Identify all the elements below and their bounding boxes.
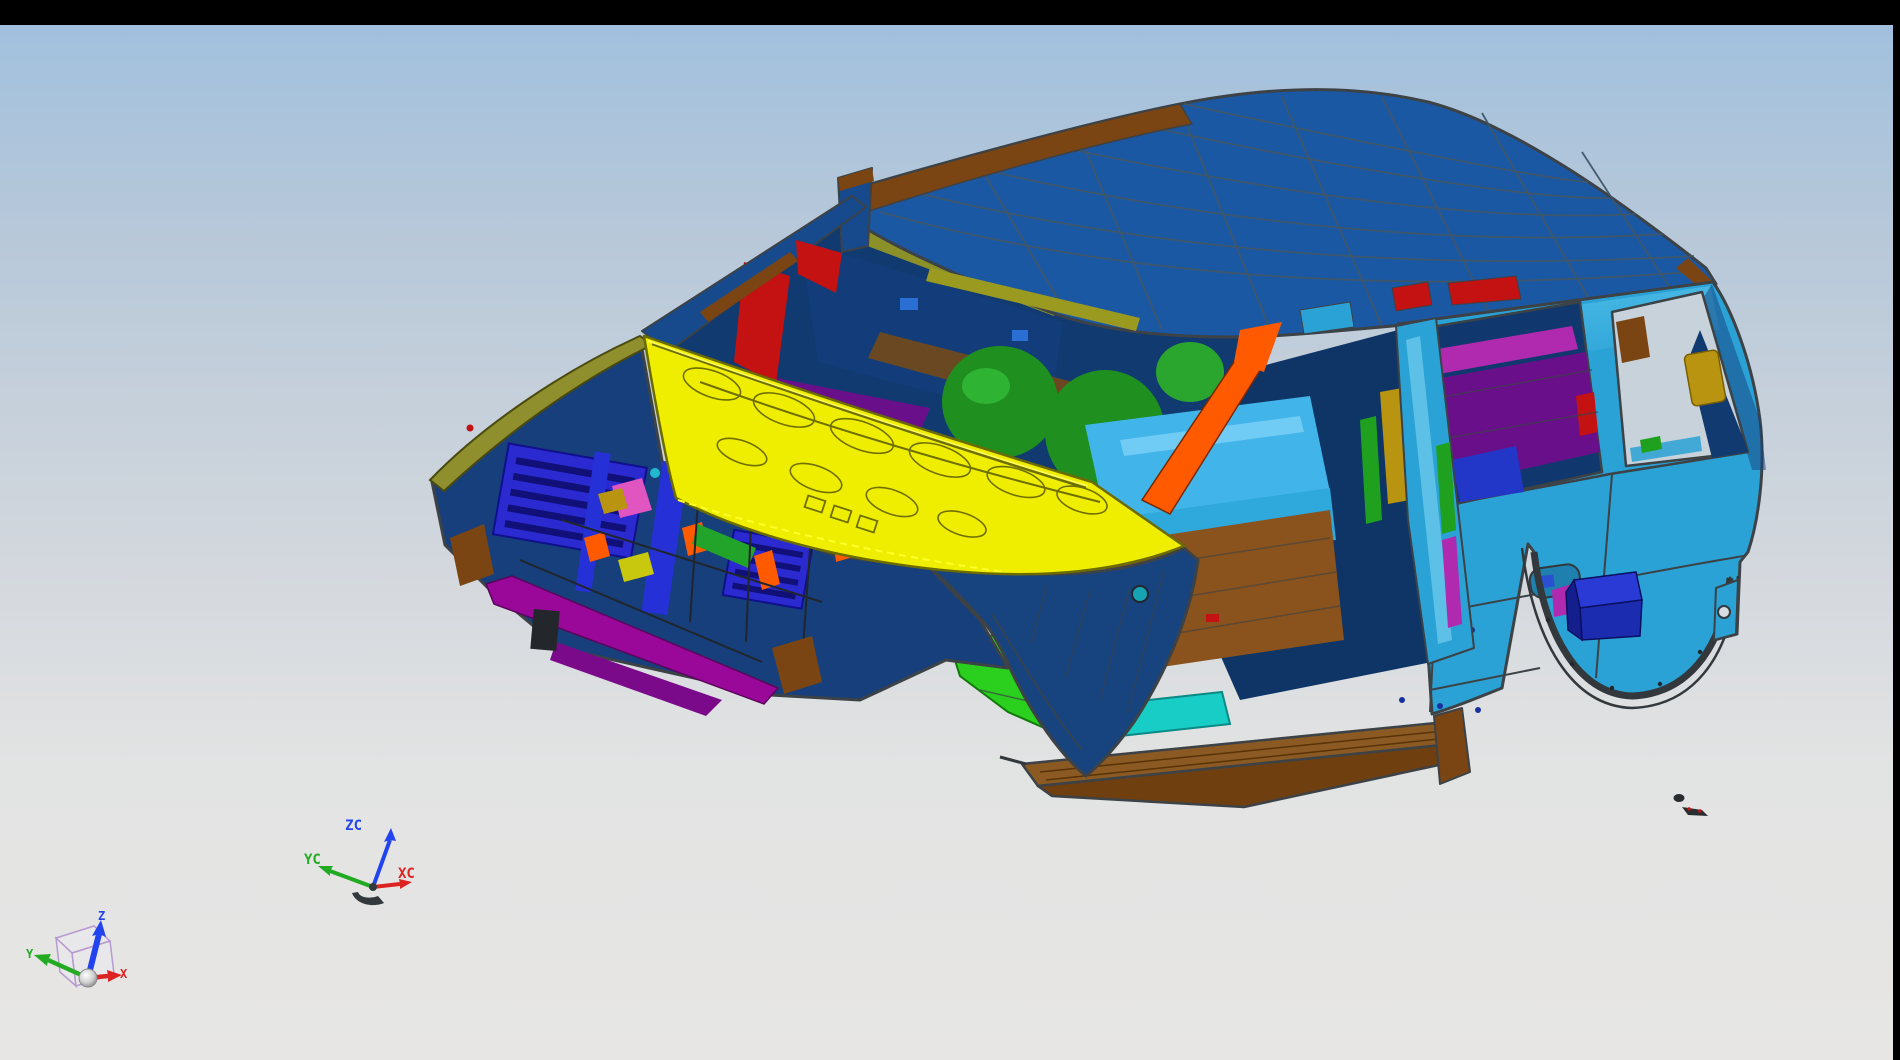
rocker-end-brown[interactable] <box>1434 708 1470 784</box>
fragment-red-dot-1 <box>1687 807 1691 811</box>
cad-application-screen: ZC YC XC Z Y X <box>0 0 1900 1060</box>
fragment-sliver[interactable] <box>1682 807 1708 816</box>
abs-origin-sphere[interactable] <box>79 969 97 987</box>
car-body-model[interactable] <box>430 89 1766 807</box>
abs-y-label: Y <box>26 947 34 961</box>
wcs-z-axis[interactable] <box>373 840 390 887</box>
tow-bracket[interactable] <box>530 609 559 651</box>
abs-x-label: X <box>120 967 128 981</box>
wcs-rotate-handle[interactable] <box>352 892 384 905</box>
detached-fragments[interactable] <box>1674 794 1709 816</box>
wcs-z-arrowhead <box>384 828 396 842</box>
wcs-triad[interactable]: ZC YC XC <box>304 818 415 905</box>
abs-z-label: Z <box>98 909 105 923</box>
fender-hole <box>1132 586 1148 602</box>
floor-red-bit2 <box>1206 614 1219 622</box>
wcs-x-axis[interactable] <box>373 884 400 887</box>
wcs-origin[interactable] <box>369 883 377 891</box>
wcs-y-label: YC <box>304 852 321 868</box>
wcs-y-axis[interactable] <box>330 871 373 887</box>
fragment-blob[interactable] <box>1674 794 1685 802</box>
wcs-x-label: XC <box>398 866 415 882</box>
spare-well-blue-box[interactable] <box>1566 572 1642 640</box>
interior-blue-bit <box>900 298 918 310</box>
cad-3d-viewport[interactable]: ZC YC XC Z Y X <box>0 0 1900 1060</box>
quarter-bracket-brown[interactable] <box>1616 316 1650 363</box>
interior-blue-bit2 <box>1012 330 1028 341</box>
board-rod <box>1000 757 1026 764</box>
corner-hole <box>1718 606 1730 618</box>
seat-highlight <box>962 368 1010 404</box>
fragment-red-dot-2 <box>1698 809 1702 813</box>
screen-right-black-bar <box>1893 0 1900 1060</box>
front-cyan-dot <box>650 468 660 478</box>
absolute-triad[interactable]: Z Y X <box>26 909 128 987</box>
wcs-z-label: ZC <box>345 818 362 834</box>
flange-red-dot <box>467 425 474 432</box>
